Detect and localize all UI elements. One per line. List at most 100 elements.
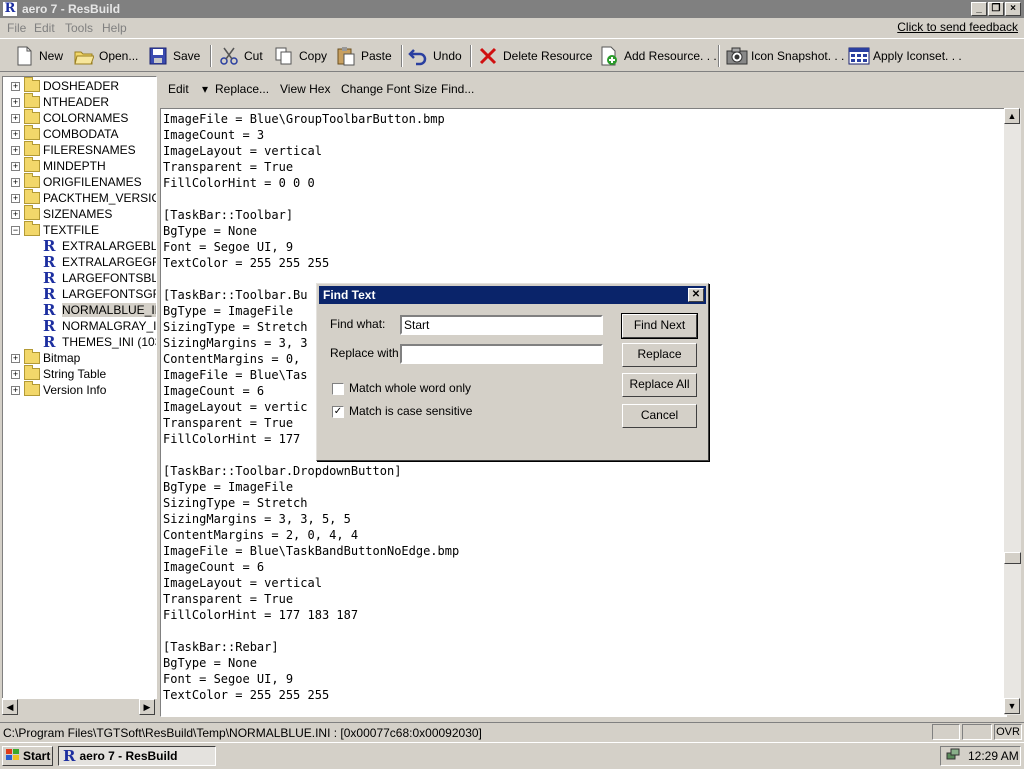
editor-line[interactable]: ImageFile = Blue\TaskBandButtonNoEdge.bm… [163, 543, 1006, 559]
cancel-button[interactable]: Cancel [622, 404, 697, 428]
editor-line[interactable] [163, 191, 1006, 207]
save-button[interactable]: Save [148, 43, 200, 69]
editor-line[interactable]: Font = Segoe UI, 9 [163, 239, 1006, 255]
tree-folder-item[interactable]: + ORIGFILENAMES [11, 173, 142, 190]
send-feedback-link[interactable]: Click to send feedback [897, 20, 1018, 34]
replace-all-button[interactable]: Replace All [622, 373, 697, 397]
dialog-close-button[interactable]: ✕ [688, 288, 704, 302]
editor-line[interactable]: ImageCount = 6 [163, 559, 1006, 575]
expand-icon[interactable]: + [11, 113, 20, 123]
editor-line[interactable] [163, 623, 1006, 639]
editor-line[interactable]: FillColorHint = 177 183 187 [163, 607, 1006, 623]
expand-icon[interactable]: + [11, 145, 20, 155]
editor-line[interactable]: FillColorHint = 0 0 0 [163, 175, 1006, 191]
minimize-button[interactable]: _ [971, 2, 987, 16]
open-button[interactable]: Open... [74, 43, 138, 69]
menu-edit[interactable]: Edit [34, 21, 55, 35]
editor-line[interactable]: SizingType = Stretch [163, 495, 1006, 511]
editor-line[interactable]: BgType = None [163, 223, 1006, 239]
editor-line[interactable]: TextColor = 255 255 255 [163, 255, 1006, 271]
tree-folder-item[interactable]: + NTHEADER [11, 93, 109, 110]
match-whole-word-checkbox[interactable] [332, 383, 344, 395]
editor-line[interactable]: [TaskBar::Toolbar.DropdownButton] [163, 463, 1006, 479]
menu-file[interactable]: File [7, 21, 26, 35]
tree-resource-item[interactable]: R THEMES_INI (103 [43, 334, 156, 350]
cut-button[interactable]: Cut [219, 43, 263, 69]
tree-folder-item[interactable]: + DOSHEADER [11, 77, 119, 94]
scroll-up-button[interactable]: ▲ [1004, 108, 1020, 124]
edit-dropdown-button[interactable]: Edit ▾ [168, 82, 208, 96]
network-icon[interactable] [946, 748, 960, 765]
expand-icon[interactable]: + [11, 369, 20, 379]
scroll-right-button[interactable]: ▶ [139, 699, 155, 715]
taskbar-app-button[interactable]: R aero 7 - ResBuild [58, 746, 216, 766]
expand-icon[interactable]: + [11, 81, 20, 91]
add-resource-button[interactable]: Add Resource. . . [599, 43, 717, 69]
scroll-left-button[interactable]: ◀ [2, 699, 18, 715]
case-sensitive-checkbox[interactable]: ✓ [332, 406, 344, 418]
view-hex-button[interactable]: View Hex [280, 82, 330, 96]
editor-vertical-scrollbar[interactable]: ▲ ▼ [1004, 108, 1021, 715]
collapse-icon[interactable]: − [11, 225, 20, 235]
find-button[interactable]: Find... [441, 82, 474, 96]
editor-line[interactable]: [TaskBar::Rebar] [163, 639, 1006, 655]
expand-icon[interactable]: + [11, 129, 20, 139]
undo-button[interactable]: Undo [408, 43, 462, 69]
expand-icon[interactable]: + [11, 161, 20, 171]
editor-line[interactable]: [TaskBar::Toolbar] [163, 207, 1006, 223]
dialog-replace-button[interactable]: Replace [622, 343, 697, 367]
change-font-size-button[interactable]: Change Font Size [341, 82, 437, 96]
editor-line[interactable]: BgType = None [163, 655, 1006, 671]
app-title-bar[interactable]: R aero 7 - ResBuild _ ❐ × [0, 0, 1024, 18]
tree-resource-item[interactable]: R NORMALBLUE_IN [43, 302, 156, 318]
expand-icon[interactable]: + [11, 97, 20, 107]
tree-resource-item[interactable]: R NORMALGRAY_II [43, 318, 156, 334]
close-button[interactable]: × [1005, 2, 1021, 16]
tree-resource-item[interactable]: R LARGEFONTSGR [43, 286, 156, 302]
replace-button[interactable]: Replace... [215, 82, 269, 96]
editor-line[interactable]: BgType = ImageFile [163, 479, 1006, 495]
editor-line[interactable]: ImageCount = 3 [163, 127, 1006, 143]
case-sensitive-label[interactable]: Match is case sensitive [349, 404, 472, 418]
editor-line[interactable]: ImageLayout = vertical [163, 143, 1006, 159]
expand-icon[interactable]: + [11, 193, 20, 203]
tree-folder-item[interactable]: + COMBODATA [11, 125, 119, 142]
editor-line[interactable]: Transparent = True [163, 159, 1006, 175]
tree-resource-item[interactable]: R LARGEFONTSBLU [43, 270, 156, 286]
tree-folder-item[interactable]: + FILERESNAMES [11, 141, 136, 158]
editor-line[interactable]: ImageFile = Blue\GroupToolbarButton.bmp [163, 111, 1006, 127]
tree-folder-item[interactable]: + MINDEPTH [11, 157, 106, 174]
tree-folder-item[interactable]: + Bitmap [11, 349, 80, 366]
tree-folder-item[interactable]: + SIZENAMES [11, 205, 112, 222]
editor-line[interactable]: ContentMargins = 2, 0, 4, 4 [163, 527, 1006, 543]
menu-tools[interactable]: Tools [65, 21, 93, 35]
scroll-thumb[interactable] [1004, 552, 1021, 564]
expand-icon[interactable]: + [11, 385, 20, 395]
restore-button[interactable]: ❐ [988, 2, 1004, 16]
find-what-input[interactable] [400, 315, 603, 335]
editor-line[interactable]: Font = Segoe UI, 9 [163, 671, 1006, 687]
clock[interactable]: 12:29 AM [968, 749, 1019, 763]
match-whole-word-label[interactable]: Match whole word only [349, 381, 471, 395]
tree-folder-item[interactable]: + Version Info [11, 381, 106, 398]
tree-folder-item[interactable]: + COLORNAMES [11, 109, 128, 126]
expand-icon[interactable]: + [11, 353, 20, 363]
copy-button[interactable]: Copy [274, 43, 327, 69]
scroll-down-button[interactable]: ▼ [1004, 698, 1020, 714]
resource-tree[interactable]: + DOSHEADER + NTHEADER + COLORNAMES + COMBODATA… [2, 76, 157, 700]
find-next-button[interactable]: Find Next [621, 313, 698, 339]
expand-icon[interactable]: + [11, 209, 20, 219]
editor-line[interactable]: ImageLayout = vertical [163, 575, 1006, 591]
tree-resource-item[interactable]: R EXTRALARGEGR [43, 254, 156, 270]
tree-resource-item[interactable]: R EXTRALARGEBLU [43, 238, 156, 254]
tree-folder-item[interactable]: + PACKTHEM_VERSIO [11, 189, 156, 206]
dialog-title-bar[interactable]: Find Text ✕ [319, 286, 706, 304]
tree-folder-item[interactable]: + String Table [11, 365, 106, 382]
expand-icon[interactable]: + [11, 177, 20, 187]
menu-help[interactable]: Help [102, 21, 127, 35]
start-button[interactable]: Start [2, 746, 53, 766]
delete-resource-button[interactable]: Delete Resource [478, 43, 592, 69]
paste-button[interactable]: Paste [336, 43, 392, 69]
icon-snapshot-button[interactable]: Icon Snapshot. . . [726, 43, 844, 69]
editor-line[interactable]: SizingMargins = 3, 3, 5, 5 [163, 511, 1006, 527]
